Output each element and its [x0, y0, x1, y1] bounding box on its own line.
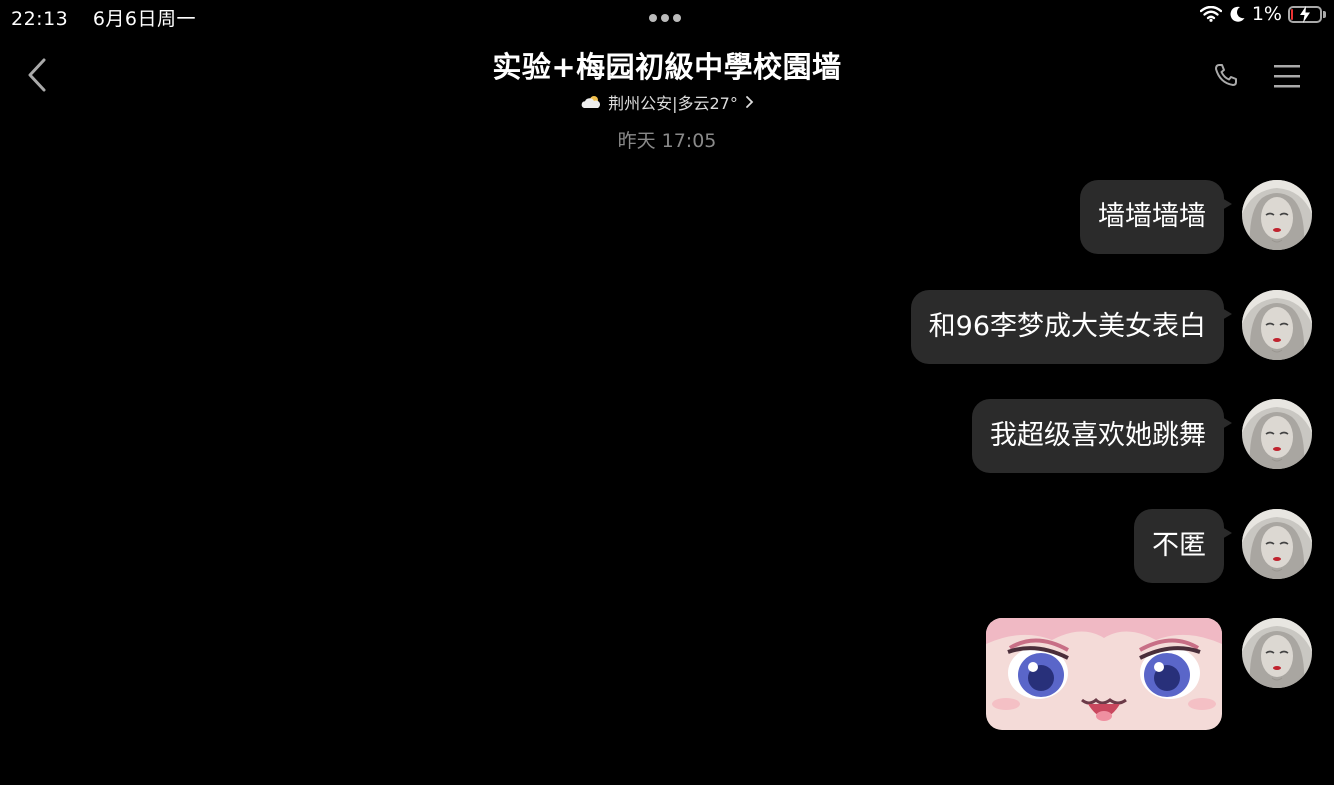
more-menu-button[interactable]: [1272, 62, 1302, 92]
avatar[interactable]: [1242, 618, 1312, 688]
message-row: 我超级喜欢她跳舞: [972, 399, 1312, 473]
status-right: 1%: [1199, 3, 1326, 25]
status-bar: 22:13 6月6日周一 1%: [0, 0, 1334, 34]
message-row: 和96李梦成大美女表白: [910, 290, 1312, 364]
location-weather-link[interactable]: 荆州公安|多云27°: [580, 90, 754, 114]
moon-icon: [1230, 6, 1245, 22]
title-block: 实验+梅园初級中學校園墙 荆州公安|多云27°: [0, 44, 1334, 114]
message-row: [986, 618, 1312, 733]
phone-icon: [1215, 64, 1237, 86]
avatar[interactable]: [1242, 180, 1312, 250]
chevron-right-icon: [745, 96, 754, 108]
status-date: 6月6日周一: [92, 8, 196, 30]
battery-charging-icon: [1288, 5, 1322, 23]
call-button[interactable]: [1212, 61, 1242, 91]
message-bubble[interactable]: 我超级喜欢她跳舞: [972, 399, 1232, 473]
sticker-image[interactable]: [986, 618, 1222, 730]
battery-percent: 1%: [1251, 3, 1282, 25]
chat-header: 实验+梅园初級中學校園墙 荆州公安|多云27°: [0, 36, 1334, 116]
wifi-icon: [1199, 6, 1222, 22]
avatar[interactable]: [1242, 290, 1312, 360]
multitask-dots[interactable]: [649, 14, 681, 22]
location-weather-text: 荆州公安|多云27°: [608, 94, 738, 113]
status-time: 22:13: [11, 8, 69, 30]
message-bubble[interactable]: 和96李梦成大美女表白: [910, 290, 1233, 364]
chat-title[interactable]: 实验+梅园初級中學校園墙: [0, 44, 1334, 86]
message-timestamp: 昨天 17:05: [617, 130, 717, 152]
cloud-icon: [581, 96, 601, 108]
message-bubble[interactable]: 不匿: [1134, 509, 1232, 583]
menu-icon: [1274, 65, 1300, 88]
message-row: 墙墙墙墙: [1080, 180, 1312, 254]
avatar[interactable]: [1242, 399, 1312, 469]
message-bubble[interactable]: 墙墙墙墙: [1080, 180, 1232, 254]
message-row: 不匿: [1134, 509, 1312, 583]
avatar[interactable]: [1242, 509, 1312, 579]
status-left: 22:13 6月6日周一: [11, 4, 214, 31]
